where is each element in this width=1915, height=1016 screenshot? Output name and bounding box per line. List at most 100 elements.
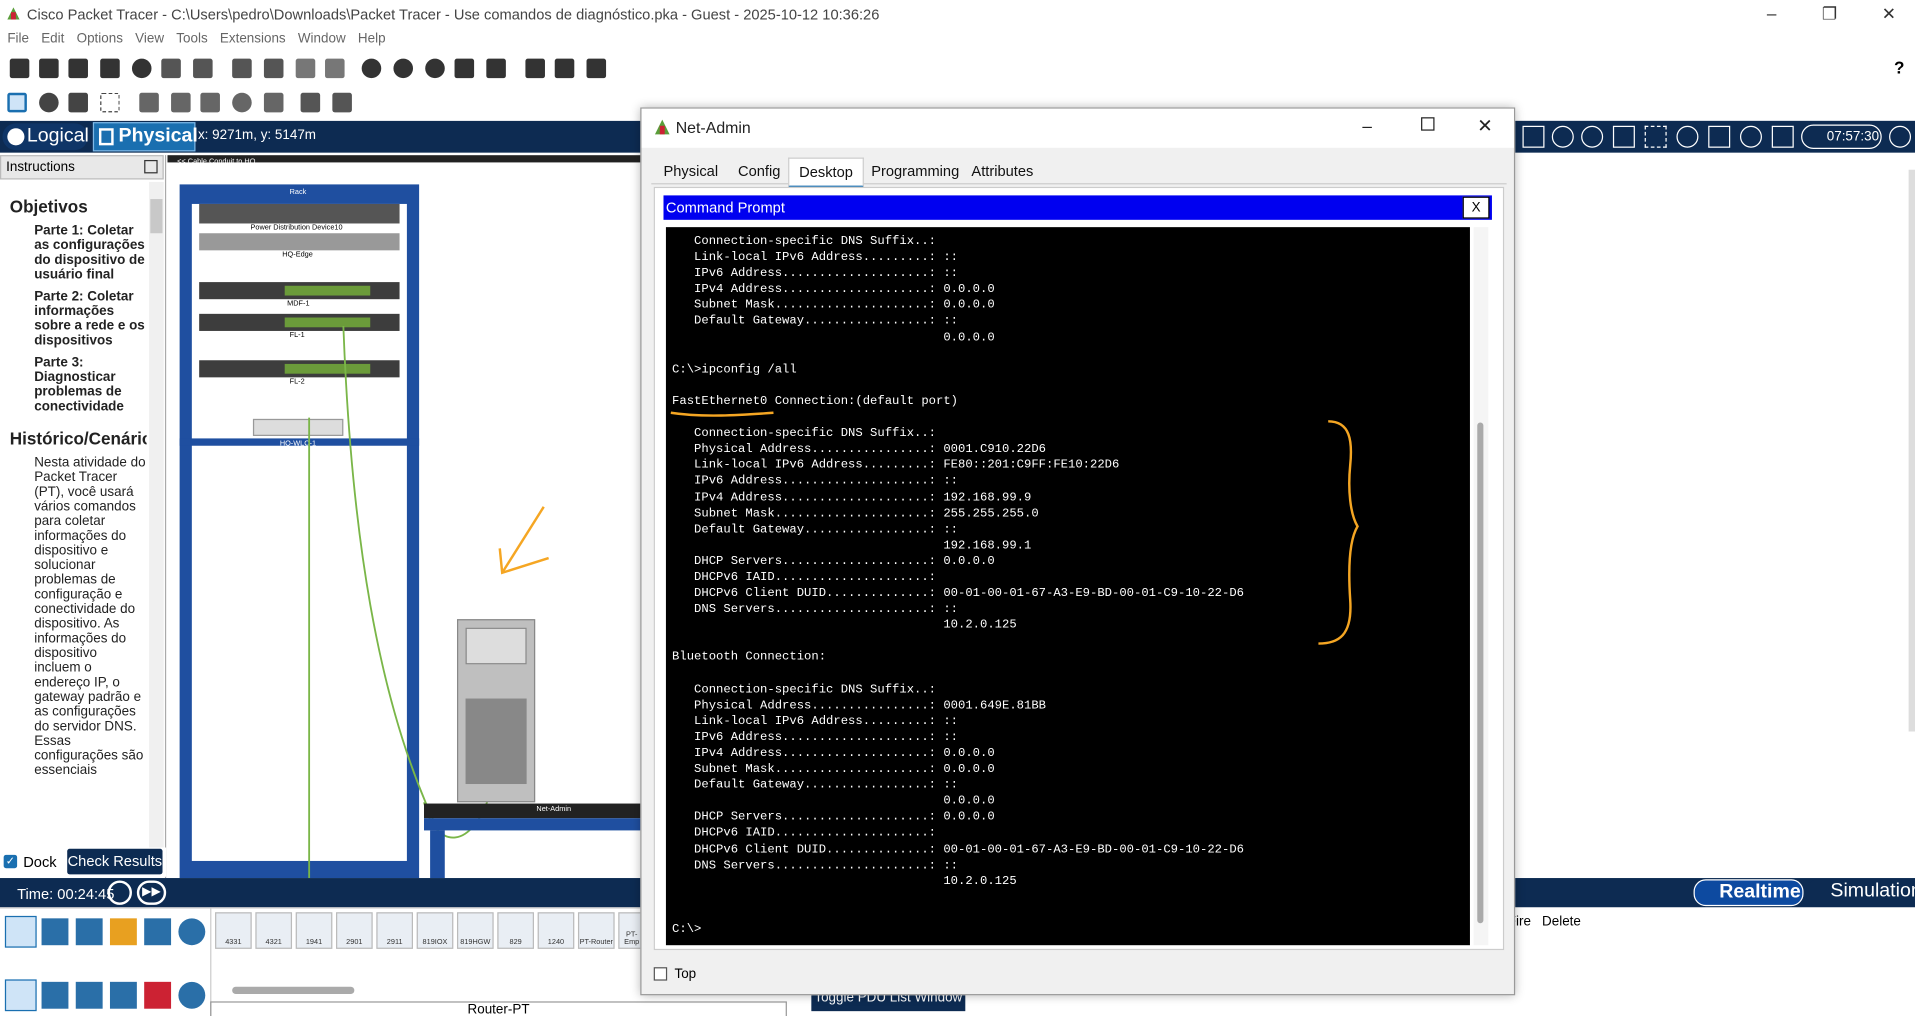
device-2911[interactable]: 2911 xyxy=(376,912,414,949)
instructions-scrollbar[interactable] xyxy=(149,181,164,848)
net-admin-pc[interactable] xyxy=(456,619,536,803)
scroll-thumb[interactable] xyxy=(150,199,163,234)
device-pt-router[interactable]: PT-Router xyxy=(577,912,615,949)
viewport-icon[interactable] xyxy=(1644,125,1667,148)
category-multiuser-icon[interactable] xyxy=(178,918,206,946)
subcategory-routers-icon[interactable] xyxy=(4,979,37,1012)
subcategory-switches-icon[interactable] xyxy=(41,981,69,1009)
right-scrollbar[interactable] xyxy=(1908,169,1915,732)
add-complex-pdu-icon[interactable] xyxy=(332,92,352,113)
menu-extensions[interactable]: Extensions xyxy=(220,32,286,47)
new-cluster-icon[interactable] xyxy=(1551,125,1574,148)
device-829[interactable]: 829 xyxy=(497,912,534,949)
device-4321[interactable]: 4321 xyxy=(255,912,293,949)
open-folder-icon[interactable] xyxy=(39,58,59,79)
cluster-icon[interactable] xyxy=(554,58,575,79)
maximize-icon[interactable]: ❐ xyxy=(1822,4,1837,25)
tab-config[interactable]: Config xyxy=(738,162,780,179)
paste-icon[interactable] xyxy=(263,58,284,79)
top-checkbox[interactable] xyxy=(653,967,668,981)
device-819hgw[interactable]: 819HGW xyxy=(456,912,494,949)
inspect-icon[interactable] xyxy=(39,92,59,113)
device-2901[interactable]: 2901 xyxy=(336,912,373,949)
wireless-icon[interactable] xyxy=(1739,125,1762,148)
resize-shape-icon[interactable] xyxy=(100,92,120,113)
zoom-reset-icon[interactable] xyxy=(393,58,414,79)
device-1941[interactable]: 1941 xyxy=(295,912,333,949)
simulation-button[interactable]: Simulation xyxy=(1805,879,1915,907)
tab-desktop[interactable]: Desktop xyxy=(788,157,864,189)
draw-ellipse-icon[interactable] xyxy=(232,92,252,113)
network-info-icon[interactable] xyxy=(193,58,213,79)
info-circle-icon[interactable] xyxy=(1889,125,1912,148)
menu-tools[interactable]: Tools xyxy=(176,32,207,47)
save-icon[interactable] xyxy=(68,58,88,79)
close-icon[interactable]: ✕ xyxy=(1882,4,1896,25)
tab-physical[interactable]: Physical xyxy=(92,122,198,152)
dock-checkbox[interactable]: ✓ xyxy=(3,854,18,869)
move-object-icon[interactable] xyxy=(1581,125,1604,148)
category-components-icon[interactable] xyxy=(75,918,103,946)
tab-programming[interactable]: Programming xyxy=(871,162,959,179)
category-end-devices-icon[interactable] xyxy=(41,918,69,946)
power-cycle-icon[interactable] xyxy=(107,880,132,905)
undock-icon[interactable] xyxy=(144,159,158,174)
tab-physical-device[interactable]: Physical xyxy=(663,162,718,179)
help-icon[interactable]: ? xyxy=(1894,57,1904,77)
select-icon[interactable] xyxy=(7,92,27,113)
terminal-scroll-thumb[interactable] xyxy=(1477,422,1484,924)
pdu-list-icon[interactable] xyxy=(525,58,545,79)
category-connections-icon[interactable] xyxy=(109,918,137,946)
command-prompt-close-button[interactable]: X xyxy=(1462,196,1490,219)
custom-devices-icon[interactable] xyxy=(486,58,506,79)
zoom-out-icon[interactable] xyxy=(425,58,445,79)
subcategory-security-icon[interactable] xyxy=(144,981,172,1009)
set-tiled-background-icon[interactable] xyxy=(1612,125,1635,148)
subcategory-wireless-icon[interactable] xyxy=(109,981,137,1009)
wizard-icon[interactable] xyxy=(161,58,181,79)
realtime-button[interactable]: Realtime xyxy=(1693,879,1804,907)
dialog-minimize-icon[interactable]: – xyxy=(1362,116,1372,136)
dialog-close-icon[interactable]: ✕ xyxy=(1477,115,1492,137)
menu-options[interactable]: Options xyxy=(77,32,123,47)
print-icon[interactable] xyxy=(100,58,120,79)
menu-edit[interactable]: Edit xyxy=(41,32,64,47)
freeform-icon[interactable] xyxy=(263,92,284,113)
info-icon[interactable] xyxy=(131,58,152,79)
category-misc-icon[interactable] xyxy=(144,918,172,946)
physical-workspace[interactable]: << Cable Conduit to HQ Rack Power Distri… xyxy=(167,155,647,879)
menu-window[interactable]: Window xyxy=(298,32,346,47)
new-file-icon[interactable] xyxy=(9,58,30,79)
dialog-maximize-icon[interactable] xyxy=(1421,117,1435,131)
device-4331[interactable]: 4331 xyxy=(215,912,252,949)
device-819iox[interactable]: 819IOX xyxy=(416,912,454,949)
image-icon[interactable] xyxy=(586,58,607,79)
fast-forward-icon[interactable]: ▶▶ xyxy=(136,880,167,905)
subcategory-wan-emulation-icon[interactable] xyxy=(178,981,206,1009)
delete-icon[interactable] xyxy=(68,92,88,113)
place-note-icon[interactable] xyxy=(139,92,159,113)
environment-icon[interactable] xyxy=(1771,125,1794,148)
move-icon[interactable] xyxy=(1676,125,1699,148)
subcategory-hubs-icon[interactable] xyxy=(75,981,103,1009)
draw-rectangle-icon[interactable] xyxy=(200,92,220,113)
draw-line-icon[interactable] xyxy=(171,92,191,113)
grid-icon[interactable] xyxy=(1708,125,1731,148)
zoom-in-icon[interactable] xyxy=(361,58,382,79)
add-simple-pdu-icon[interactable] xyxy=(300,92,321,113)
device-1240[interactable]: 1240 xyxy=(537,912,575,949)
check-results-button[interactable]: Check Results xyxy=(67,848,163,875)
category-network-devices-icon[interactable] xyxy=(4,915,37,948)
menu-view[interactable]: View xyxy=(135,32,164,47)
tab-attributes[interactable]: Attributes xyxy=(971,162,1033,179)
menu-help[interactable]: Help xyxy=(358,32,386,47)
copy-icon[interactable] xyxy=(232,58,252,79)
drawing-palette-icon[interactable] xyxy=(454,58,475,79)
navigation-icon[interactable] xyxy=(1522,125,1545,148)
menu-file[interactable]: File xyxy=(7,32,29,47)
undo-icon[interactable] xyxy=(295,58,316,79)
redo-icon[interactable] xyxy=(325,58,345,79)
device-list-scrollbar[interactable] xyxy=(232,986,355,995)
minimize-icon[interactable]: – xyxy=(1767,4,1777,24)
terminal-scrollbar[interactable] xyxy=(1473,227,1489,946)
